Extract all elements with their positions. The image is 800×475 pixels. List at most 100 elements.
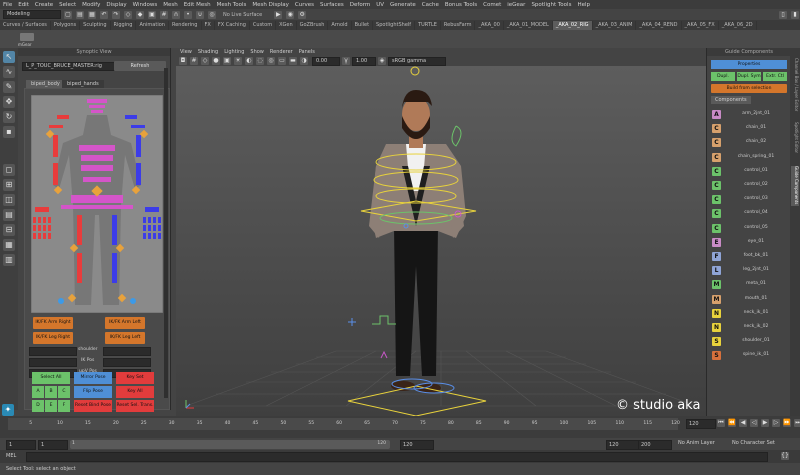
flip-pose-button[interactable]: Flip Pose — [74, 386, 112, 398]
shelf-tab[interactable]: Arnold — [328, 21, 352, 30]
mgear-shelf-icon[interactable] — [20, 33, 34, 41]
shelf-tab[interactable]: RebusFarm — [441, 21, 476, 30]
component-item[interactable]: Eeye_01 — [710, 236, 790, 250]
channelbox-toggle-icon[interactable]: ▮ — [791, 10, 799, 19]
ikfk-arm-left-button[interactable]: IK/FK Arm Left — [105, 317, 145, 329]
shelf-tab[interactable]: FX Caching — [215, 21, 250, 30]
shelf-tab[interactable]: _AKA_00 — [475, 21, 504, 30]
snap-curve-icon[interactable]: ∩ — [172, 10, 180, 19]
layout-four-icon[interactable]: ⊞ — [3, 179, 15, 191]
select-d-button[interactable]: D — [32, 400, 44, 412]
layout-side-icon[interactable]: ◫ — [3, 194, 15, 206]
shoulder-right-select[interactable] — [103, 347, 151, 356]
menu-item[interactable]: Help — [574, 2, 593, 8]
shelf-tab[interactable]: FX — [202, 21, 215, 30]
shelf-tab[interactable]: SpotlightShelf — [373, 21, 416, 30]
shelf-tab[interactable]: Polygons — [51, 21, 81, 30]
script-editor-icon[interactable]: {} — [781, 452, 789, 460]
menu-item[interactable]: UV — [373, 2, 387, 8]
shelf-tab[interactable]: TURTLE — [415, 21, 441, 30]
dupl-sym-button[interactable]: Dupl. Sym — [737, 72, 761, 81]
arm-right-lower[interactable] — [53, 163, 58, 185]
select-f-button[interactable]: F — [58, 400, 70, 412]
menu-item[interactable]: File — [0, 2, 15, 8]
component-item[interactable]: Ccontrol_02 — [710, 179, 790, 193]
component-item[interactable]: Cchain_spring_01 — [710, 151, 790, 165]
snap-point-icon[interactable]: • — [184, 10, 192, 19]
shoulder-left[interactable] — [125, 115, 137, 119]
textured-icon[interactable]: ▣ — [223, 57, 231, 65]
select-a-button[interactable]: A — [32, 386, 44, 398]
component-item[interactable]: Cchain_01 — [710, 122, 790, 136]
xray-icon[interactable]: ◌ — [256, 57, 264, 65]
shelf-tab[interactable]: Custom — [250, 21, 277, 30]
select-hierarchy-icon[interactable]: ◇ — [124, 10, 132, 19]
sidebar-toggle-icon[interactable]: ▯ — [779, 10, 787, 19]
select-tool-icon[interactable]: ↖ — [3, 51, 15, 63]
hand-right[interactable] — [35, 207, 49, 212]
layout-outliner-icon[interactable]: ▤ — [3, 209, 15, 221]
undo-icon[interactable]: ↶ — [100, 10, 108, 19]
new-scene-icon[interactable]: ▢ — [64, 10, 72, 19]
step-back-key-icon[interactable]: ⏪ — [728, 419, 736, 427]
leg-right-lower[interactable] — [77, 253, 82, 283]
shelf-tab[interactable]: Curves / Surfaces — [0, 21, 51, 30]
shelf-tab[interactable]: Bullet — [352, 21, 374, 30]
menu-item[interactable]: Spotlight Tools — [528, 2, 574, 8]
snap-grid-icon[interactable]: # — [160, 10, 168, 19]
viewport-menu-item[interactable]: View — [180, 48, 192, 56]
range-slider[interactable]: 1 120 — [70, 440, 390, 449]
shoulder-left-select[interactable] — [29, 347, 77, 356]
select-object-icon[interactable]: ◆ — [136, 10, 144, 19]
menu-item[interactable]: Modify — [79, 2, 103, 8]
camera-icon[interactable]: ◘ — [179, 57, 187, 65]
menu-item[interactable]: Bonus Tools — [442, 2, 480, 8]
go-to-start-icon[interactable]: ⏮ — [717, 419, 725, 427]
color-space-select[interactable]: sRGB gamma — [388, 56, 446, 66]
arm-left-upper[interactable] — [136, 135, 141, 157]
menu-item[interactable]: Select — [56, 2, 79, 8]
component-item[interactable]: Ccontrol_01 — [710, 165, 790, 179]
reset-bind-pose-button[interactable]: Reset Bind Pose — [74, 400, 112, 412]
ikpos-left-select[interactable] — [29, 358, 77, 367]
menu-item[interactable]: Display — [103, 2, 129, 8]
component-item[interactable]: Ccontrol_05 — [710, 222, 790, 236]
ipr-icon[interactable]: ◉ — [286, 10, 295, 19]
layout-graph-icon[interactable]: ⊟ — [3, 224, 15, 236]
component-item[interactable]: Sshoulder_01 — [710, 335, 790, 349]
anim-start-field[interactable]: 1 — [6, 440, 36, 450]
root-control[interactable] — [61, 205, 133, 209]
playback-start-field[interactable]: 1 — [38, 440, 68, 450]
viewport-menu-item[interactable]: Lighting — [224, 48, 244, 56]
shelf-tab[interactable]: Rigging — [111, 21, 137, 30]
rig-selector[interactable]: L_P_TOUC_BRUCE_MASTER:rig — [22, 62, 116, 71]
color-management-icon[interactable]: ◈ — [378, 57, 386, 65]
viewport-menu-item[interactable]: Show — [250, 48, 264, 56]
neck-control[interactable] — [91, 110, 103, 113]
paint-select-icon[interactable]: ✎ — [3, 81, 15, 93]
menu-item[interactable]: Mesh Tools — [214, 2, 250, 8]
exposure-icon[interactable]: ◑ — [300, 57, 308, 65]
menu-item[interactable]: Comet — [480, 2, 504, 8]
redo-icon[interactable]: ↷ — [112, 10, 120, 19]
menu-item[interactable]: Windows — [130, 2, 161, 8]
ikfk-leg-left-button[interactable]: IK/FK Leg Left — [105, 332, 145, 344]
head-control-2[interactable] — [89, 105, 105, 108]
tab-guide-components[interactable]: Guide Components — [791, 166, 799, 206]
select-component-icon[interactable]: ▣ — [148, 10, 156, 19]
tab-biped-body[interactable]: biped_body — [26, 80, 65, 88]
menu-item[interactable]: Create — [32, 2, 56, 8]
clav-left[interactable] — [131, 125, 145, 128]
anim-end-field[interactable]: 120 — [606, 440, 640, 450]
shelf-tab[interactable]: _AKA_06_2D — [719, 21, 757, 30]
component-item[interactable]: Cchain_02 — [710, 136, 790, 150]
menu-item[interactable]: Edit Mesh — [181, 2, 214, 8]
save-scene-icon[interactable]: ▦ — [88, 10, 96, 19]
build-from-selection-button[interactable]: Build from selection — [711, 84, 787, 93]
open-scene-icon[interactable]: ▤ — [76, 10, 84, 19]
lights-icon[interactable]: ☀ — [234, 57, 242, 65]
render-settings-icon[interactable]: ⚙ — [298, 10, 307, 19]
component-item[interactable]: Sspine_ik_01 — [710, 349, 790, 363]
shelf-tab[interactable]: Animation — [136, 21, 169, 30]
tab-channel-box[interactable]: Channel Box / Layer Editor — [791, 58, 799, 118]
